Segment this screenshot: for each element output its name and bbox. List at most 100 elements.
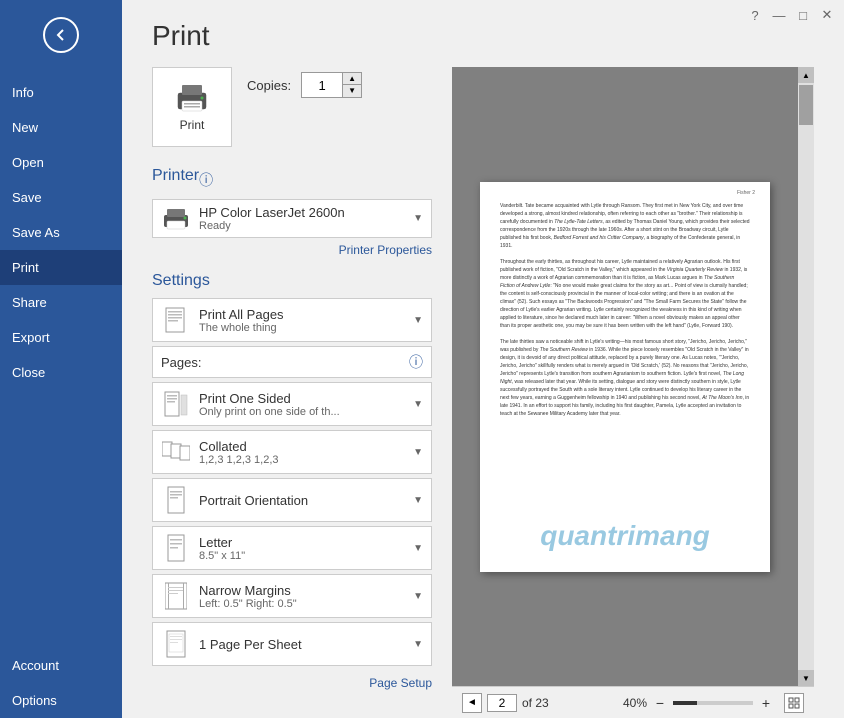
zoom-minus-button[interactable]: − <box>652 695 668 711</box>
setting-text-pages-per-sheet: 1 Page Per Sheet <box>199 637 413 652</box>
setting-text-margins: Narrow Margins Left: 0.5" Right: 0.5" <box>199 583 413 610</box>
print-range-icon <box>161 305 191 335</box>
print-btn-label: Print <box>180 118 205 132</box>
printer-properties-link[interactable]: Printer Properties <box>339 243 432 257</box>
of-pages: of 23 <box>522 696 549 710</box>
preview-scrollbar: ▲ ▼ <box>798 67 814 686</box>
setting-text-print-range: Print All Pages The whole thing <box>199 307 413 334</box>
setting-sub-margins: Left: 0.5" Right: 0.5" <box>199 598 413 610</box>
sidebar-item-export[interactable]: Export <box>0 320 122 355</box>
sidebar-item-info[interactable]: Info <box>0 75 122 110</box>
sidebar-item-print[interactable]: Print <box>0 250 122 285</box>
print-button[interactable]: Print <box>152 67 232 147</box>
zoom-slider-fill <box>673 701 697 705</box>
print-button-row: Print Copies: ▲ ▼ <box>152 67 432 147</box>
printer-info: HP Color LaserJet 2600n Ready <box>199 205 413 232</box>
pages-row: Pages: ⓘ <box>152 346 432 378</box>
prev-page-button[interactable]: ◄ <box>462 693 482 713</box>
settings-heading: Settings <box>152 272 210 289</box>
printer-icon <box>174 83 210 113</box>
sidebar-item-options[interactable]: Options <box>0 683 122 718</box>
scroll-thumb[interactable] <box>799 85 813 125</box>
copies-spinners: ▲ ▼ <box>342 73 361 97</box>
sidebar-item-open[interactable]: Open <box>0 145 122 180</box>
sidebar-item-share[interactable]: Share <box>0 285 122 320</box>
preview-page-num: Fisher 2 <box>737 190 755 196</box>
printer-heading: Printer <box>152 167 199 185</box>
margins-icon <box>161 581 191 611</box>
setting-main-sides: Print One Sided <box>199 391 413 406</box>
preview-scroll-wrap: Fisher 2 Vanderbilt. Tate became acquain… <box>452 67 814 686</box>
pages-label: Pages: <box>161 355 206 370</box>
back-button[interactable] <box>36 10 86 60</box>
sidebar: InfoNewOpenSaveSave AsPrintShareExportCl… <box>0 0 122 718</box>
restore-button[interactable]: □ <box>792 4 814 26</box>
copies-area: Copies: ▲ ▼ <box>247 67 362 98</box>
setting-row-collated[interactable]: Collated 1,2,3 1,2,3 1,2,3 ▼ <box>152 430 432 474</box>
sides-icon <box>161 389 191 419</box>
setting-row-pages-per-sheet[interactable]: 1 Page Per Sheet ▼ <box>152 622 432 666</box>
sidebar-nav: InfoNewOpenSaveSave AsPrintShareExportCl… <box>0 75 122 390</box>
scroll-down-button[interactable]: ▼ <box>798 670 814 686</box>
setting-row-orientation[interactable]: Portrait Orientation ▼ <box>152 478 432 522</box>
orientation-icon <box>161 485 191 515</box>
fit-page-icon <box>788 697 800 709</box>
pages-per-sheet-icon <box>161 629 191 659</box>
copies-input[interactable] <box>302 73 342 97</box>
setting-main-collated: Collated <box>199 439 413 454</box>
setting-row-margins[interactable]: Narrow Margins Left: 0.5" Right: 0.5" ▼ <box>152 574 432 618</box>
title-area: Print <box>122 0 844 67</box>
pages-per-sheet-dropdown-arrow: ▼ <box>413 639 423 650</box>
printer-status: Ready <box>199 220 413 232</box>
margins-dropdown-arrow: ▼ <box>413 591 423 602</box>
collated-dropdown-arrow: ▼ <box>413 447 423 458</box>
pages-info-icon[interactable]: ⓘ <box>409 352 423 372</box>
setting-text-orientation: Portrait Orientation <box>199 493 413 508</box>
preview-paper: Fisher 2 Vanderbilt. Tate became acquain… <box>480 182 770 572</box>
zoom-plus-button[interactable]: + <box>758 695 774 711</box>
sidebar-bottom: AccountOptions <box>0 648 122 718</box>
copies-up-button[interactable]: ▲ <box>343 73 361 85</box>
close-window-button[interactable]: ✕ <box>816 4 838 26</box>
page-title: Print <box>152 20 814 52</box>
preview-area: Fisher 2 Vanderbilt. Tate became acquain… <box>452 67 814 718</box>
sidebar-item-close[interactable]: Close <box>0 355 122 390</box>
sidebar-item-new[interactable]: New <box>0 110 122 145</box>
setting-row-sides[interactable]: Print One Sided Only print on one side o… <box>152 382 432 426</box>
printer-dropdown-arrow: ▼ <box>413 213 423 224</box>
preview-watermark: quantrimang <box>540 520 710 552</box>
pages-input[interactable] <box>214 355 405 370</box>
scroll-up-button[interactable]: ▲ <box>798 67 814 83</box>
help-button[interactable]: ? <box>744 4 766 26</box>
setting-main-paper-size: Letter <box>199 535 413 550</box>
minimize-button[interactable]: — <box>768 4 790 26</box>
printer-section: Printer ⓘ HP Color LaserJet 2600n Ready … <box>152 167 432 257</box>
sidebar-item-save[interactable]: Save <box>0 180 122 215</box>
current-page-input[interactable] <box>487 694 517 712</box>
setting-main-margins: Narrow Margins <box>199 583 413 598</box>
setting-sub-print-range: The whole thing <box>199 322 413 334</box>
settings-panel: Print Copies: ▲ ▼ <box>152 67 432 718</box>
page-setup-link[interactable]: Page Setup <box>369 676 432 690</box>
setting-sub-sides: Only print on one side of th... <box>199 406 413 418</box>
main-content: Print Print <box>122 0 844 718</box>
orientation-dropdown-arrow: ▼ <box>413 495 423 506</box>
zoom-label: 40% <box>623 696 647 710</box>
setting-text-collated: Collated 1,2,3 1,2,3 1,2,3 <box>199 439 413 466</box>
zoom-slider[interactable] <box>673 701 753 705</box>
printer-select[interactable]: HP Color LaserJet 2600n Ready ▼ <box>152 199 432 238</box>
setting-row-paper-size[interactable]: Letter 8.5" x 11" ▼ <box>152 526 432 570</box>
printer-info-icon[interactable]: ⓘ <box>199 170 213 190</box>
printer-small-icon <box>161 207 191 231</box>
preview-bottom: ◄ of 23 40% − + <box>452 686 814 718</box>
fit-page-button[interactable] <box>784 693 804 713</box>
sidebar-item-save-as[interactable]: Save As <box>0 215 122 250</box>
print-range-dropdown-arrow: ▼ <box>413 315 423 326</box>
settings-section: Settings Print All Pages <box>152 272 432 690</box>
printer-name: HP Color LaserJet 2600n <box>199 205 413 220</box>
sidebar-item-account[interactable]: Account <box>0 648 122 683</box>
setting-text-sides: Print One Sided Only print on one side o… <box>199 391 413 418</box>
preview-text: Vanderbilt. Tate became acquainted with … <box>500 202 750 418</box>
copies-down-button[interactable]: ▼ <box>343 85 361 97</box>
setting-row-print-range[interactable]: Print All Pages The whole thing ▼ <box>152 298 432 342</box>
